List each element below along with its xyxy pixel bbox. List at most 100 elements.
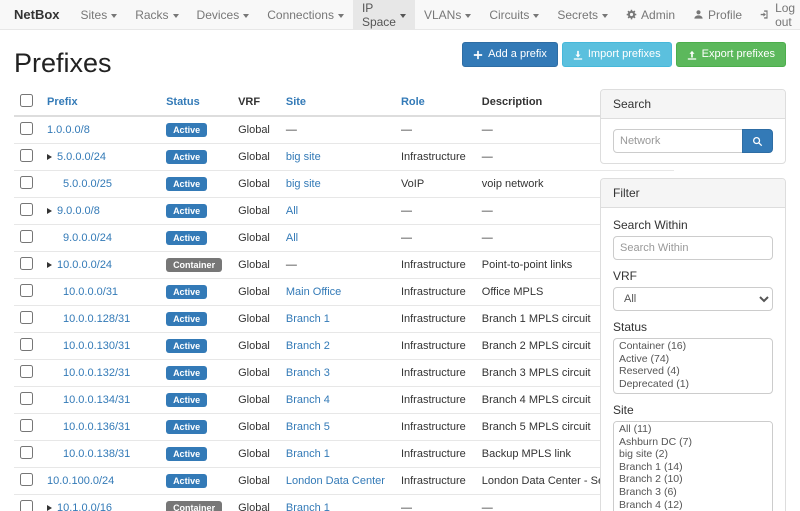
site-link[interactable]: big site bbox=[286, 178, 321, 190]
row-checkbox[interactable] bbox=[20, 284, 33, 297]
nav-item-ip-space[interactable]: IP Space bbox=[353, 0, 415, 29]
column-sort-link[interactable]: Status bbox=[166, 96, 200, 108]
select-option[interactable]: Branch 1 (14) bbox=[615, 461, 771, 474]
prefix-link[interactable]: 10.0.0.128/31 bbox=[63, 313, 130, 325]
expand-caret-icon[interactable] bbox=[47, 154, 52, 160]
site-link[interactable]: Branch 3 bbox=[286, 367, 330, 379]
vrf-cell: Global bbox=[230, 225, 278, 252]
row-checkbox[interactable] bbox=[20, 176, 33, 189]
select-option[interactable]: Branch 3 (6) bbox=[615, 486, 771, 499]
export-prefixes-button[interactable]: Export prefixes bbox=[676, 42, 786, 67]
prefix-link[interactable]: 10.0.0.138/31 bbox=[63, 448, 130, 460]
site-link[interactable]: All bbox=[286, 232, 298, 244]
user-icon bbox=[693, 9, 704, 20]
nav-item-admin[interactable]: Admin bbox=[617, 0, 684, 29]
row-checkbox[interactable] bbox=[20, 257, 33, 270]
row-checkbox[interactable] bbox=[20, 149, 33, 162]
search-within-input[interactable] bbox=[613, 236, 773, 260]
site-link[interactable]: Main Office bbox=[286, 286, 341, 298]
row-checkbox[interactable] bbox=[20, 500, 33, 511]
prefix-link[interactable]: 10.0.100.0/24 bbox=[47, 475, 114, 487]
prefix-link[interactable]: 9.0.0.0/8 bbox=[57, 205, 100, 217]
site-link[interactable]: London Data Center bbox=[286, 475, 385, 487]
site-link[interactable]: Branch 1 bbox=[286, 448, 330, 460]
role-cell: Infrastructure bbox=[393, 252, 474, 279]
chevron-down-icon bbox=[533, 14, 539, 18]
select-option[interactable]: Deprecated (1) bbox=[615, 378, 771, 391]
status-select[interactable]: Container (16)Active (74)Reserved (4)Dep… bbox=[613, 338, 773, 394]
nav-item-profile[interactable]: Profile bbox=[684, 0, 751, 29]
add-a-prefix-button[interactable]: Add a prefix bbox=[462, 42, 558, 67]
prefix-link[interactable]: 10.0.0.132/31 bbox=[63, 367, 130, 379]
status-badge: Active bbox=[166, 177, 207, 192]
site-link[interactable]: big site bbox=[286, 151, 321, 163]
nav-item-vlans[interactable]: VLANs bbox=[415, 0, 480, 29]
row-checkbox[interactable] bbox=[20, 230, 33, 243]
nav-item-devices[interactable]: Devices bbox=[188, 0, 259, 29]
select-option[interactable]: Ashburn DC (7) bbox=[615, 436, 771, 449]
row-checkbox[interactable] bbox=[20, 446, 33, 459]
row-checkbox[interactable] bbox=[20, 203, 33, 216]
row-checkbox[interactable] bbox=[20, 122, 33, 135]
row-checkbox[interactable] bbox=[20, 311, 33, 324]
sidebar: Search Filter Search Within bbox=[600, 89, 786, 511]
column-sort-link[interactable]: Prefix bbox=[47, 96, 78, 108]
select-option[interactable]: Branch 2 (10) bbox=[615, 473, 771, 486]
prefix-link[interactable]: 9.0.0.0/24 bbox=[63, 232, 112, 244]
search-button[interactable] bbox=[742, 129, 773, 153]
prefix-link[interactable]: 5.0.0.0/25 bbox=[63, 178, 112, 190]
site-select[interactable]: All (11)Ashburn DC (7)big site (2)Branch… bbox=[613, 421, 773, 511]
expand-caret-icon[interactable] bbox=[47, 208, 52, 214]
select-option[interactable]: Reserved (4) bbox=[615, 365, 771, 378]
row-checkbox[interactable] bbox=[20, 473, 33, 486]
role-cell: Infrastructure bbox=[393, 333, 474, 360]
role-cell: — bbox=[393, 495, 474, 511]
search-input[interactable] bbox=[613, 129, 743, 153]
nav-item-sites[interactable]: Sites bbox=[72, 0, 127, 29]
site-link[interactable]: Branch 1 bbox=[286, 502, 330, 511]
site-cell: Branch 3 bbox=[278, 360, 393, 387]
select-all-checkbox[interactable] bbox=[20, 94, 33, 107]
nav-item-log-out[interactable]: Log out bbox=[751, 0, 800, 29]
prefix-link[interactable]: 10.0.0.130/31 bbox=[63, 340, 130, 352]
nav-item-connections[interactable]: Connections bbox=[258, 0, 353, 29]
vrf-cell: Global bbox=[230, 441, 278, 468]
brand[interactable]: NetBox bbox=[8, 0, 72, 29]
vrf-select[interactable]: All bbox=[613, 287, 773, 311]
row-checkbox[interactable] bbox=[20, 419, 33, 432]
nav-item-secrets[interactable]: Secrets bbox=[548, 0, 617, 29]
button-label: Export prefixes bbox=[702, 47, 775, 62]
import-prefixes-button[interactable]: Import prefixes bbox=[562, 42, 672, 67]
vrf-cell: Global bbox=[230, 468, 278, 495]
row-checkbox[interactable] bbox=[20, 392, 33, 405]
site-link[interactable]: All bbox=[286, 205, 298, 217]
select-option[interactable]: Active (74) bbox=[615, 353, 771, 366]
select-option[interactable]: big site (2) bbox=[615, 448, 771, 461]
prefix-link[interactable]: 10.0.0.136/31 bbox=[63, 421, 130, 433]
nav-item-racks[interactable]: Racks bbox=[126, 0, 187, 29]
prefix-link[interactable]: 10.0.0.134/31 bbox=[63, 394, 130, 406]
row-checkbox[interactable] bbox=[20, 338, 33, 351]
select-option[interactable]: All (11) bbox=[615, 423, 771, 436]
site-link[interactable]: Branch 2 bbox=[286, 340, 330, 352]
site-cell: Main Office bbox=[278, 279, 393, 306]
prefix-link[interactable]: 10.0.0.0/31 bbox=[63, 286, 118, 298]
select-option[interactable]: Branch 4 (12) bbox=[615, 499, 771, 511]
site-link[interactable]: Branch 5 bbox=[286, 421, 330, 433]
site-link[interactable]: Branch 1 bbox=[286, 313, 330, 325]
row-checkbox[interactable] bbox=[20, 365, 33, 378]
gear-icon bbox=[626, 9, 637, 20]
prefix-link[interactable]: 5.0.0.0/24 bbox=[57, 151, 106, 163]
prefix-link[interactable]: 1.0.0.0/8 bbox=[47, 124, 90, 136]
expand-caret-icon[interactable] bbox=[47, 505, 52, 511]
site-cell: Branch 1 bbox=[278, 441, 393, 468]
table-row: 1.0.0.0/8 Active Global — — — bbox=[14, 116, 674, 144]
expand-caret-icon[interactable] bbox=[47, 262, 52, 268]
site-link[interactable]: Branch 4 bbox=[286, 394, 330, 406]
column-sort-link[interactable]: Site bbox=[286, 96, 306, 108]
select-option[interactable]: Container (16) bbox=[615, 340, 771, 353]
nav-item-circuits[interactable]: Circuits bbox=[480, 0, 548, 29]
prefix-link[interactable]: 10.1.0.0/16 bbox=[57, 502, 112, 511]
prefix-link[interactable]: 10.0.0.0/24 bbox=[57, 259, 112, 271]
column-sort-link[interactable]: Role bbox=[401, 96, 425, 108]
